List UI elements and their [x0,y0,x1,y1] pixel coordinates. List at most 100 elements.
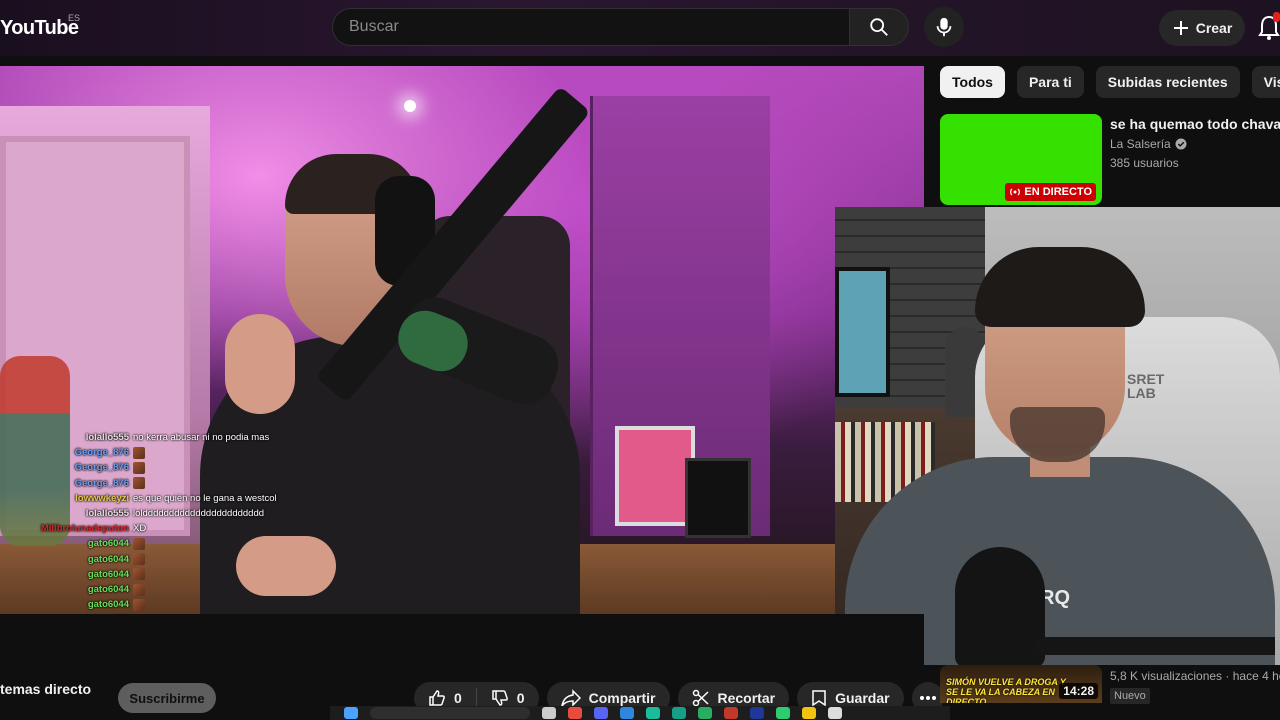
webcam-chair-logo: SRET LAB [1127,372,1164,400]
chat-emote-icon [133,553,145,566]
taskbar-app-icon[interactable] [776,707,790,719]
chat-username[interactable]: gato6044 [0,554,129,565]
bookmark-icon [812,690,826,707]
windows-start-icon[interactable] [344,707,358,719]
share-icon [560,689,581,707]
create-label: Crear [1195,20,1233,36]
chat-username[interactable]: George_876 [0,447,129,458]
taskbar-app-icon[interactable] [698,707,712,719]
chat-emote-icon [133,583,145,596]
subscribe-button[interactable]: Suscribirme [118,683,216,713]
chat-text: no kerra abusar ni no podia mas [133,432,270,443]
video-streamer-hand [225,314,295,414]
webcam-mic-arm [1035,637,1275,655]
chat-emote-icon [133,477,145,490]
taskbar-app-icon[interactable] [672,707,686,719]
chat-message: George_876 [0,460,145,475]
youtube-logo[interactable]: YouTube [0,14,79,42]
chat-message: lolallo555 lolddddddddddddddddddddddd [0,506,264,521]
taskbar-app-icon[interactable] [828,707,842,719]
chat-emote-icon [133,446,145,459]
live-broadcast-icon [1010,188,1021,196]
video-scene-light [404,100,416,112]
taskbar-app-icon[interactable] [646,707,660,719]
save-label: Guardar [835,690,890,706]
chrome-icon[interactable] [568,707,582,719]
search-input[interactable] [333,9,850,45]
chat-message: George_876 [0,445,145,460]
recommended-thumbnail[interactable]: EN DIRECTO [940,114,1102,205]
recommended-channel-name: La Salsería [1110,137,1171,151]
chat-username[interactable]: lolallo555 [0,508,129,519]
top-bar: YouTube ES Crear [0,0,1280,56]
taskbar-app-icon[interactable] [620,707,634,719]
search-box [332,8,850,46]
webcam-chair-logo-top: SRET [1127,371,1165,387]
chat-emote-icon [133,598,145,611]
video-duration: 14:28 [1059,683,1098,699]
chat-message: gato6044 [0,567,145,582]
webcam-chair-logo-bottom: LAB [1127,385,1156,401]
voice-search-button[interactable] [924,7,964,47]
recommended-viewers: 385 usuarios [1110,156,1179,170]
search-icon [870,18,888,36]
chat-emote-icon [133,461,145,474]
chat-message: gato6044 [0,597,145,612]
chat-username[interactable]: lolallo555 [0,432,129,443]
search-button[interactable] [849,8,909,46]
logo-region: ES [68,13,81,23]
recommended-views-2: 5,8 K visualizaciones · hace 4 horas [1110,669,1280,683]
chat-message: George_876 [0,476,145,491]
webcam-microphone [955,547,1045,665]
taskbar-app-icon[interactable] [542,707,556,719]
taskbar-app-icon[interactable] [750,707,764,719]
video-scene-frame [685,458,751,538]
chat-username[interactable]: George_876 [0,462,129,473]
dislike-count: 0 [516,690,525,706]
filter-chips: Todos Para ti Subidas recientes Visto [940,66,1280,98]
discord-icon[interactable] [594,707,608,719]
folder-icon[interactable] [802,707,816,719]
taskbar-app-icon[interactable] [724,707,738,719]
notification-count-badge [1273,12,1280,22]
chat-username[interactable]: George_876 [0,478,129,489]
chat-username[interactable]: gato6044 [0,584,129,595]
new-badge: Nuevo [1110,688,1150,704]
verified-check-icon [1175,138,1187,150]
live-badge: EN DIRECTO [1005,183,1096,201]
filter-chip[interactable]: Visto [1251,66,1280,98]
recommended-thumbnail-2[interactable]: SIMÓN VUELVE A DROGA Y SE LE VA LA CABEZ… [940,665,1102,703]
chat-message: gato6044 [0,536,145,551]
chat-emote-icon [133,568,145,581]
microphone-icon [936,17,952,37]
chat-text: es que quién no le gana a westcol [133,492,277,504]
chat-message: gato6044 [0,582,145,597]
chat-message: gato6044 [0,552,145,567]
filter-chip[interactable]: Para ti [1016,66,1084,98]
webcam-streamer-hair [975,247,1145,327]
os-taskbar [330,706,950,720]
like-count: 0 [454,690,462,706]
taskbar-search[interactable] [370,707,530,719]
chat-username[interactable]: gato6044 [0,538,129,549]
chat-message: lolallo555 no kerra abusar ni no podia ma… [0,430,270,445]
chat-username[interactable]: Millbrolunadeputon [0,523,129,534]
webcam-monitor [835,267,890,397]
logo-text: YouTube [0,16,79,39]
channel-directo-label: temas directo [0,681,92,697]
plus-icon [1173,21,1188,35]
filter-chip[interactable]: Todos [940,66,1005,98]
chat-text: XD [133,523,147,535]
chat-emote-icon [133,537,145,550]
create-button[interactable]: Crear [1159,10,1245,46]
chat-username[interactable]: lowwwkeyzi [0,493,129,504]
thumbs-up-icon [429,690,445,706]
webcam-overlay: SRET LAB RQ [835,207,1280,665]
chat-username[interactable]: gato6044 [0,599,129,610]
chat-username[interactable]: gato6044 [0,569,129,580]
recommended-title[interactable]: se ha quemao todo chavales [1110,116,1280,132]
share-label: Compartir [588,690,656,706]
more-horizontal-icon [919,696,936,700]
recommended-channel[interactable]: La Salsería [1110,137,1187,151]
filter-chip[interactable]: Subidas recientes [1095,66,1240,98]
